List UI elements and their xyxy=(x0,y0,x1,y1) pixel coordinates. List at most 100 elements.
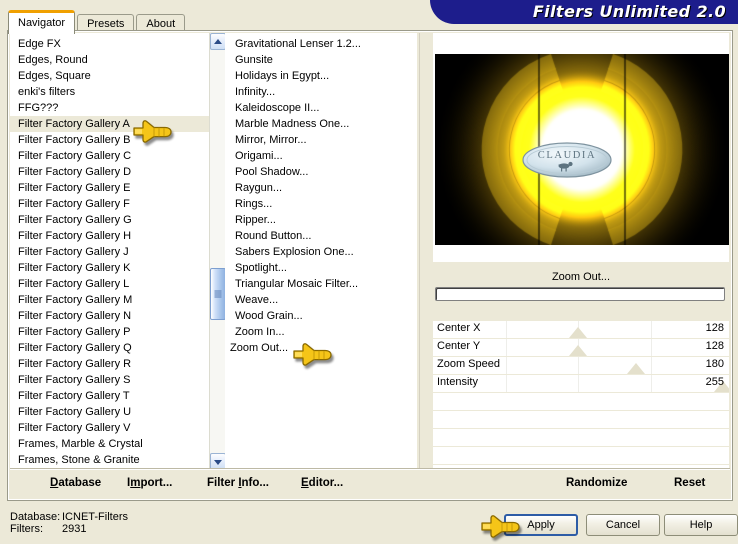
slider-tick xyxy=(651,321,652,338)
slider-marker[interactable] xyxy=(569,327,587,338)
slider-tick xyxy=(651,357,652,374)
list-item[interactable]: Filter Factory Gallery U xyxy=(10,404,210,420)
list-item[interactable]: Filter Factory Gallery B xyxy=(10,132,210,148)
filter-category-list[interactable]: Edge FX Edges, Round Edges, Square enki's f… xyxy=(10,33,211,470)
list-item[interactable]: Zoom In... xyxy=(225,324,417,340)
slider-tick xyxy=(651,339,652,356)
list-item[interactable]: Frames, Marble & Crystal xyxy=(10,436,210,452)
list-item[interactable]: Raygun... xyxy=(225,180,417,196)
parameter-row[interactable]: Center X 128 xyxy=(433,321,729,339)
parameter-value: 128 xyxy=(705,322,724,334)
list-item[interactable]: Filter Factory Gallery P xyxy=(10,324,210,340)
status-database-value: ICNET-Filters xyxy=(62,511,128,523)
parameter-row[interactable]: Center Y 128 xyxy=(433,339,729,357)
menu-item-database[interactable]: Database xyxy=(50,477,101,489)
title-banner: Filters Unlimited 2.0 xyxy=(430,0,738,24)
list-item[interactable]: Origami... xyxy=(225,148,417,164)
slider-tick xyxy=(651,375,652,392)
menu-item-editor[interactable]: Editor... xyxy=(301,477,343,489)
list-item[interactable]: Edge FX xyxy=(10,36,210,52)
menu-item-randomize[interactable]: Randomize xyxy=(566,477,627,489)
cancel-button[interactable]: Cancel xyxy=(586,514,660,536)
list-item[interactable]: Filter Factory Gallery N xyxy=(10,308,210,324)
list-item[interactable]: Wood Grain... xyxy=(225,308,417,324)
list-item[interactable]: Zoom Out... xyxy=(225,340,417,356)
filter-effect-list[interactable]: Gravitational Lenser 1.2... Gunsite Holida… xyxy=(225,33,417,470)
menu-item-filter-info[interactable]: Filter Info... xyxy=(207,477,269,489)
list-item[interactable]: Sabers Explosion One... xyxy=(225,244,417,260)
parameter-label: Zoom Speed xyxy=(437,358,500,370)
list-item[interactable]: Filter Factory Gallery S xyxy=(10,372,210,388)
list-item[interactable]: Filter Factory Gallery M xyxy=(10,292,210,308)
list-item[interactable]: Filter Factory Gallery L xyxy=(10,276,210,292)
slider-tick xyxy=(506,357,507,374)
parameter-slider-list: Center X 128 Center Y 128 Zoom Speed 180 Inten… xyxy=(433,321,729,483)
list-item[interactable]: Filter Factory Gallery C xyxy=(10,148,210,164)
list-item[interactable]: Filter Factory Gallery Q xyxy=(10,340,210,356)
list-item[interactable]: Filter Factory Gallery E xyxy=(10,180,210,196)
parameter-label: Center Y xyxy=(437,340,481,352)
list-item[interactable]: Filter Factory Gallery K xyxy=(10,260,210,276)
apply-button[interactable]: Apply xyxy=(504,514,578,536)
list-item[interactable]: Gravitational Lenser 1.2... xyxy=(225,36,417,52)
list-item[interactable]: Marble Madness One... xyxy=(225,116,417,132)
list-item[interactable]: Mirror, Mirror... xyxy=(225,132,417,148)
slider-marker[interactable] xyxy=(569,345,587,356)
panel-menu-bar: Database Import... Filter Info... Editor...… xyxy=(10,469,730,498)
tab-strip: Navigator Presets About xyxy=(8,10,187,34)
list-item[interactable]: Filter Factory Gallery V xyxy=(10,420,210,436)
parameter-value: 255 xyxy=(705,376,724,388)
list-item[interactable]: Gunsite xyxy=(225,52,417,68)
list-item[interactable]: Filter Factory Gallery R xyxy=(10,356,210,372)
menu-item-import[interactable]: Import... xyxy=(127,477,172,489)
parameter-row-empty xyxy=(433,411,729,429)
app-title: Filters Unlimited 2.0 xyxy=(532,2,726,21)
list-item[interactable]: Edges, Square xyxy=(10,68,210,84)
filters-unlimited-window: Filters Unlimited 2.0 Navigator Presets Ab… xyxy=(0,0,738,544)
slider-tick xyxy=(506,375,507,392)
category-list-scrollbar[interactable] xyxy=(209,33,226,470)
list-item[interactable]: Rings... xyxy=(225,196,417,212)
list-item[interactable]: Spotlight... xyxy=(225,260,417,276)
list-item[interactable]: Filter Factory Gallery T xyxy=(10,388,210,404)
parameter-row-empty xyxy=(433,393,729,411)
effect-name-label: Zoom Out... xyxy=(433,267,729,287)
list-item[interactable]: Filter Factory Gallery A xyxy=(10,116,210,132)
list-item[interactable]: Triangular Mosaic Filter... xyxy=(225,276,417,292)
parameter-row[interactable]: Zoom Speed 180 xyxy=(433,357,729,375)
help-button[interactable]: Help xyxy=(664,514,738,536)
list-item[interactable]: Filter Factory Gallery F xyxy=(10,196,210,212)
parameter-row[interactable]: Intensity 255 xyxy=(433,375,729,393)
list-item-selected[interactable]: Zoom Out... xyxy=(230,342,288,354)
list-item[interactable]: Frames, Stone & Granite xyxy=(10,452,210,468)
slider-marker[interactable] xyxy=(627,363,645,374)
list-item[interactable]: FFG??? xyxy=(10,100,210,116)
list-item[interactable]: enki's filters xyxy=(10,84,210,100)
menu-item-reset[interactable]: Reset xyxy=(674,477,705,489)
list-item[interactable]: Edges, Round xyxy=(10,52,210,68)
list-item[interactable]: Ripper... xyxy=(225,212,417,228)
preview-and-params-column: Zoom Out... Center X 128 Center Y 128 Zoom S… xyxy=(433,33,729,483)
list-item[interactable]: Infinity... xyxy=(225,84,417,100)
list-item[interactable]: Pool Shadow... xyxy=(225,164,417,180)
list-item[interactable]: Filter Factory Gallery J xyxy=(10,244,210,260)
scrollbar-track[interactable] xyxy=(210,50,226,453)
list-item[interactable]: Filter Factory Gallery D xyxy=(10,164,210,180)
list-item[interactable]: Round Button... xyxy=(225,228,417,244)
parameter-value: 180 xyxy=(705,358,724,370)
status-filters-key: Filters: xyxy=(10,523,43,535)
parameter-label: Intensity xyxy=(437,376,478,388)
scrollbar-thumb[interactable] xyxy=(210,268,226,320)
effect-preview-image[interactable] xyxy=(435,54,729,245)
scroll-up-icon[interactable] xyxy=(210,33,226,50)
list-item[interactable]: Holidays in Egypt... xyxy=(225,68,417,84)
list-item[interactable]: Filter Factory Gallery G xyxy=(10,212,210,228)
list-item[interactable]: Weave... xyxy=(225,292,417,308)
tab-navigator[interactable]: Navigator xyxy=(8,10,76,34)
scroll-down-icon[interactable] xyxy=(210,453,226,470)
list-item[interactable]: Filter Factory Gallery H xyxy=(10,228,210,244)
slider-tick xyxy=(578,357,579,374)
status-database-key: Database: xyxy=(10,511,61,523)
list-item[interactable]: Kaleidoscope II... xyxy=(225,100,417,116)
status-text: Database: ICNET-Filters Filters: 2931 xyxy=(10,511,128,535)
